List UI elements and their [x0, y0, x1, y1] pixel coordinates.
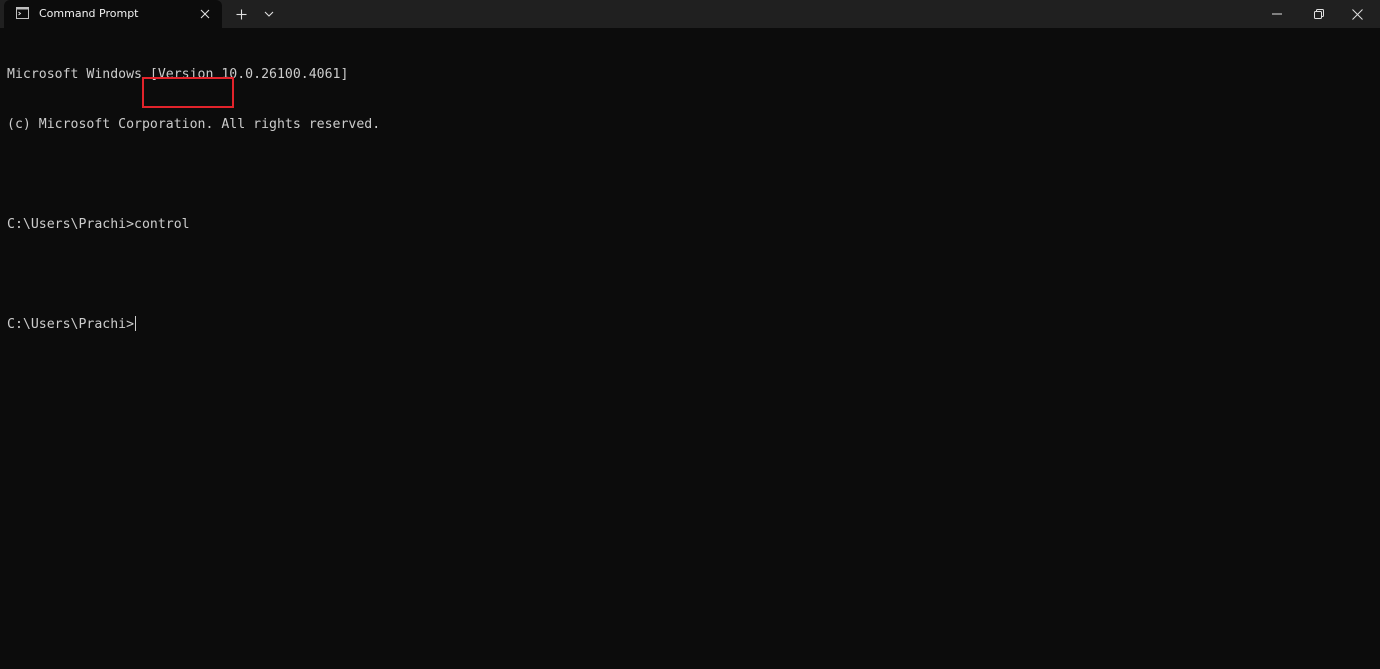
prompt-text: C:\Users\Prachi> — [7, 317, 135, 333]
minimize-icon — [1272, 13, 1282, 15]
current-prompt-line[interactable]: C:\Users\Prachi> — [7, 316, 380, 333]
close-window-button[interactable] — [1334, 0, 1380, 28]
close-icon — [1351, 8, 1363, 20]
plus-icon — [236, 9, 246, 19]
tab-dropdown-button[interactable] — [259, 4, 279, 24]
command-line: C:\Users\Prachi>control — [7, 217, 380, 234]
new-tab-button[interactable] — [231, 4, 251, 24]
terminal-icon — [16, 7, 29, 19]
command-highlight-box — [142, 77, 234, 108]
close-tab-button[interactable] — [196, 5, 214, 23]
close-icon — [200, 9, 210, 19]
restore-icon — [1314, 9, 1324, 19]
chevron-down-icon — [264, 11, 274, 17]
command-text: control — [134, 216, 190, 232]
prompt-text: C:\Users\Prachi> — [7, 216, 135, 232]
minimize-button[interactable] — [1254, 0, 1300, 28]
terminal-window: Command Prompt Microsoft Windows [Versio… — [0, 0, 1380, 669]
text-cursor — [135, 316, 137, 332]
copyright-line: (c) Microsoft Corporation. All rights re… — [7, 116, 381, 132]
tab-title: Command Prompt — [39, 7, 139, 20]
title-bar[interactable]: Command Prompt — [0, 0, 1380, 28]
tab-command-prompt[interactable]: Command Prompt — [4, 0, 222, 28]
